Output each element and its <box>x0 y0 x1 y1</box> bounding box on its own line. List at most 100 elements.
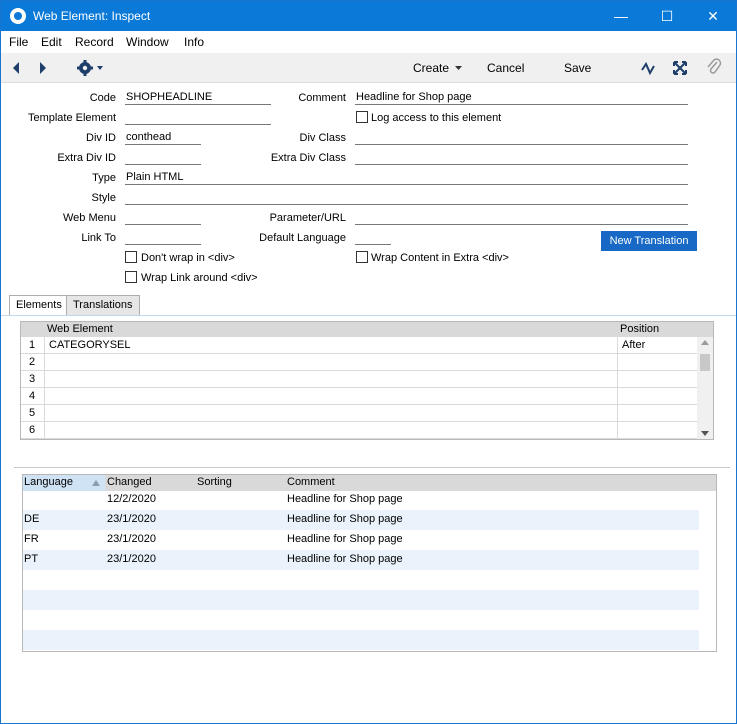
wrap-content-label: Wrap Content in Extra <div> <box>371 252 509 264</box>
default-language-field[interactable] <box>355 231 391 245</box>
list-item <box>23 570 699 590</box>
style-field[interactable] <box>125 191 688 205</box>
div-class-label: Div Class <box>299 132 346 144</box>
column-header-web-element[interactable]: Web Element <box>47 323 113 335</box>
maximize-button[interactable]: ☐ <box>644 1 690 31</box>
type-label: Type <box>92 172 116 184</box>
section-divider <box>14 467 730 468</box>
toolbar: Create Cancel Save <box>1 53 736 83</box>
create-label: Create <box>413 61 450 75</box>
table-row[interactable]: 1 CATEGORYSEL After <box>21 337 697 354</box>
operations-menu-button[interactable] <box>76 53 106 83</box>
elements-matrix: Web Element Position 1 CATEGORYSEL After 2 3… <box>20 321 714 440</box>
row-number: 5 <box>29 407 36 419</box>
parameter-url-label: Parameter/URL <box>269 212 346 224</box>
scrollbar-track-icon <box>700 340 710 436</box>
next-record-button[interactable] <box>38 53 48 83</box>
elements-matrix-scrollbar[interactable] <box>697 337 713 439</box>
column-divider <box>44 337 45 354</box>
list-item[interactable]: DE 23/1/2020 Headline for Shop page <box>23 510 699 530</box>
menu-record[interactable]: Record <box>75 35 114 49</box>
create-menu-button[interactable]: Create <box>413 53 464 83</box>
table-row[interactable]: 5 <box>21 405 697 422</box>
extra-div-id-field[interactable] <box>125 151 201 165</box>
column-header-language[interactable]: Language <box>24 476 73 488</box>
column-divider <box>44 388 45 405</box>
table-row[interactable]: 4 <box>21 388 697 405</box>
column-divider <box>617 388 618 405</box>
link-to-label: Link To <box>81 232 116 244</box>
div-class-field[interactable] <box>355 131 688 145</box>
tab-divider <box>1 315 736 316</box>
arrow-left-icon <box>13 62 19 74</box>
column-header-changed[interactable]: Changed <box>107 476 152 488</box>
table-row[interactable]: 3 <box>21 371 697 388</box>
list-item[interactable]: FR 23/1/2020 Headline for Shop page <box>23 530 699 550</box>
table-row[interactable]: 6 <box>21 422 697 439</box>
web-menu-label: Web Menu <box>63 212 116 224</box>
extra-div-class-label: Extra Div Class <box>270 152 346 164</box>
list-item <box>23 630 699 650</box>
menu-bar: File Edit Record Window Info <box>1 31 736 53</box>
table-row[interactable]: 2 <box>21 354 697 371</box>
expand-arrows-icon <box>673 61 687 75</box>
link-to-field[interactable] <box>125 231 201 245</box>
new-translation-button[interactable]: New Translation <box>601 231 697 251</box>
column-divider <box>44 422 45 439</box>
web-element-cell[interactable]: CATEGORYSEL <box>49 339 131 351</box>
changed-cell: 23/1/2020 <box>107 553 156 565</box>
attachment-button[interactable] <box>706 53 722 83</box>
wrap-content-checkbox[interactable] <box>356 251 368 263</box>
menu-file[interactable]: File <box>9 35 28 49</box>
div-id-field[interactable]: conthead <box>125 131 201 145</box>
comment-cell: Headline for Shop page <box>287 553 403 565</box>
list-item[interactable]: 12/2/2020 Headline for Shop page <box>23 490 699 510</box>
column-header-position[interactable]: Position <box>620 323 659 335</box>
column-header-sorting[interactable]: Sorting <box>197 476 232 488</box>
row-number: 1 <box>29 339 36 351</box>
title-bar: Web Element: Inspect — ☐ ✕ <box>1 1 736 31</box>
window-title: Web Element: Inspect <box>33 9 151 23</box>
list-item <box>23 590 699 610</box>
row-number: 2 <box>29 356 36 368</box>
wrap-link-label: Wrap Link around <div> <box>141 272 258 284</box>
list-item[interactable]: PT 23/1/2020 Headline for Shop page <box>23 550 699 570</box>
language-cell: DE <box>24 513 40 525</box>
type-field[interactable]: Plain HTML <box>125 171 688 185</box>
close-button[interactable]: ✕ <box>690 1 736 31</box>
changed-cell: 23/1/2020 <box>107 513 156 525</box>
record-header-form: Code SHOPHEADLINE Template Element Div I… <box>1 83 736 295</box>
activity-button[interactable] <box>641 53 657 83</box>
menu-window[interactable]: Window <box>126 35 169 49</box>
app-logo-icon <box>10 8 26 24</box>
parameter-url-field[interactable] <box>355 211 688 225</box>
column-header-comment[interactable]: Comment <box>287 476 335 488</box>
save-button[interactable]: Save <box>564 53 591 83</box>
comment-cell: Headline for Shop page <box>287 493 403 505</box>
log-access-label: Log access to this element <box>371 112 502 124</box>
log-access-checkbox[interactable] <box>356 111 368 123</box>
menu-info[interactable]: Info <box>184 35 204 49</box>
comment-field[interactable]: Headline for Shop page <box>355 91 688 105</box>
web-menu-field[interactable] <box>125 211 201 225</box>
wrap-link-checkbox[interactable] <box>125 271 137 283</box>
cancel-button[interactable]: Cancel <box>487 53 524 83</box>
translations-list-header: Language Changed Sorting Comment <box>23 475 716 491</box>
tab-elements[interactable]: Elements <box>9 295 69 316</box>
expand-button[interactable] <box>672 53 688 83</box>
row-number: 3 <box>29 373 36 385</box>
menu-edit[interactable]: Edit <box>41 35 62 49</box>
template-element-field[interactable] <box>125 111 271 125</box>
column-divider <box>44 371 45 388</box>
column-divider <box>617 405 618 422</box>
dont-wrap-checkbox[interactable] <box>125 251 137 263</box>
row-number: 4 <box>29 390 36 402</box>
arrow-right-icon <box>40 62 46 74</box>
tab-translations[interactable]: Translations <box>66 295 140 316</box>
extra-div-class-field[interactable] <box>355 151 688 165</box>
previous-record-button[interactable] <box>11 53 21 83</box>
list-item <box>23 610 699 630</box>
column-divider <box>617 371 618 388</box>
position-cell[interactable]: After <box>622 339 645 351</box>
minimize-button[interactable]: — <box>598 1 644 31</box>
